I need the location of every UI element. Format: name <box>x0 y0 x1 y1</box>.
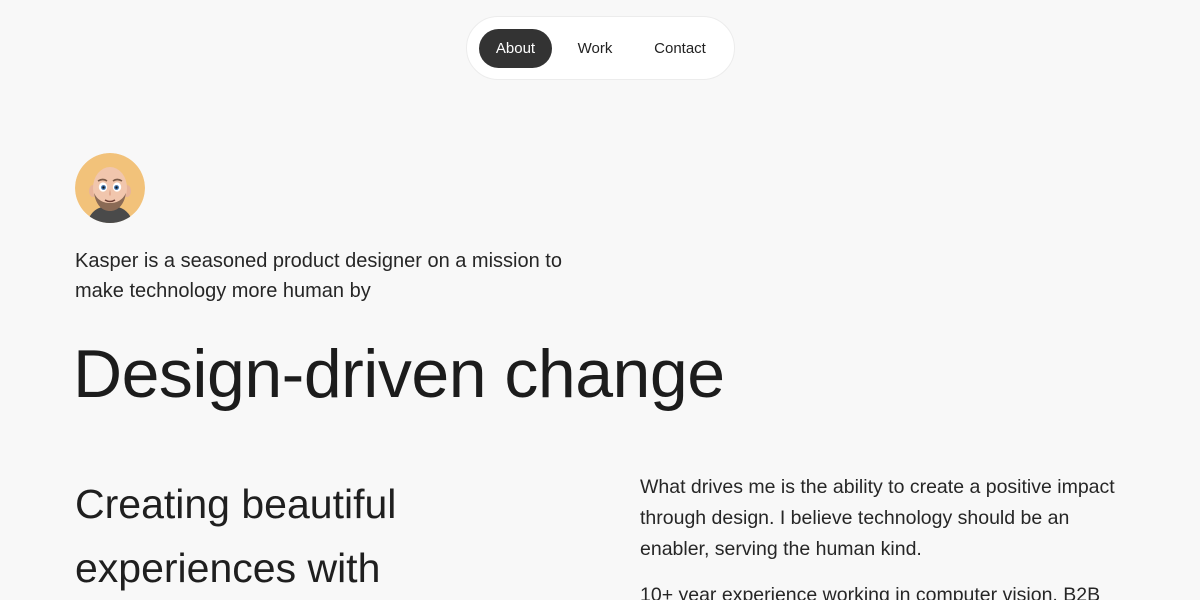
avatar-memoji-icon <box>75 153 145 223</box>
nav-item-contact[interactable]: Contact <box>638 29 722 68</box>
about-paragraph: What drives me is the ability to create … <box>640 476 1115 560</box>
page-title: Design-driven change <box>73 336 725 412</box>
page: About Work Contact Kasper is a seasoned … <box>0 0 1200 600</box>
nav-item-about[interactable]: About <box>479 28 552 68</box>
intro-text: Kasper is a seasoned product designer on… <box>75 250 562 302</box>
nav-item-work[interactable]: Work <box>552 29 638 68</box>
about-paragraph: 10+ year experience working in computer … <box>640 584 1101 600</box>
section-subheading: Creating beautiful experiences with <box>75 481 397 591</box>
main-nav: About Work Contact <box>466 16 735 80</box>
about-description: What drives me is the ability to create … <box>640 472 1130 600</box>
avatar <box>75 153 145 223</box>
